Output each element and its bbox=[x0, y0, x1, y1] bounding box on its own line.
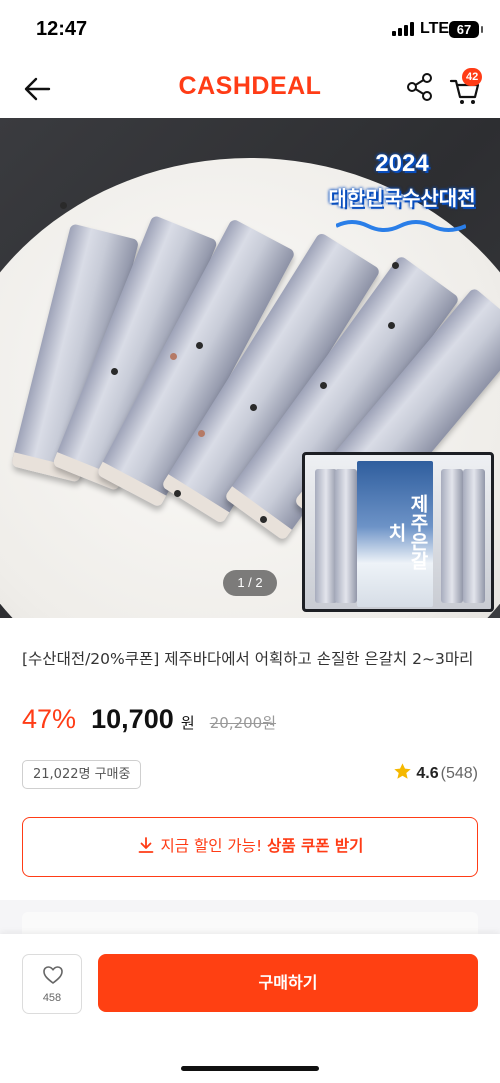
wishlist-button[interactable]: 458 bbox=[22, 954, 82, 1014]
coupon-text: 지금 할인 가능! bbox=[160, 837, 268, 855]
battery-icon: 67 bbox=[449, 21, 479, 38]
pepper-image bbox=[260, 516, 267, 523]
buyers-count-badge: 21,022명 구매중 bbox=[22, 760, 142, 789]
pepper-image bbox=[60, 202, 67, 209]
network-type: LTE bbox=[420, 20, 450, 37]
signal-icon bbox=[392, 22, 414, 36]
event-name: 대한민국수산대전 bbox=[328, 186, 476, 210]
pepper-image bbox=[111, 368, 118, 375]
pepper-image bbox=[320, 382, 327, 389]
app-header: CASHDEAL 42 bbox=[0, 60, 500, 118]
product-image-carousel[interactable]: 2024 대한민국수산대전 제주은갈치 1 / 2 bbox=[0, 118, 500, 618]
coupon-strong-text: 상품 쿠폰 받기 bbox=[267, 837, 364, 855]
rating-score: 4.6 bbox=[416, 765, 439, 782]
package-title: 제주은갈치 bbox=[385, 494, 429, 570]
product-title: [수산대전/20%쿠폰] 제주바다에서 어획하고 손질한 은갈치 2~3마리 bbox=[22, 650, 474, 668]
package-image: 제주은갈치 bbox=[302, 452, 494, 612]
page-indicator: 1 / 2 bbox=[223, 570, 277, 596]
pepper-image bbox=[174, 490, 181, 497]
event-year: 2024 bbox=[375, 150, 429, 177]
pepper-image bbox=[170, 353, 177, 360]
wave-icon bbox=[336, 220, 466, 232]
status-time: 12:47 bbox=[36, 18, 88, 40]
event-badge: 2024 대한민국수산대전 bbox=[316, 146, 488, 242]
discount-rate: 47% bbox=[22, 704, 77, 734]
review-count: (548) bbox=[440, 765, 478, 782]
get-coupon-button[interactable]: 지금 할인 가능! 상품 쿠폰 받기 bbox=[22, 817, 478, 877]
wishlist-count: 458 bbox=[42, 992, 62, 1004]
heart-icon bbox=[43, 966, 63, 984]
pepper-image bbox=[198, 430, 205, 437]
currency-unit: 원 bbox=[180, 714, 195, 732]
download-icon bbox=[138, 837, 153, 853]
bottom-action-bar: 458 구매하기 bbox=[0, 934, 500, 1083]
star-icon bbox=[394, 763, 412, 779]
cart-count-badge: 42 bbox=[462, 68, 483, 86]
share-icon[interactable] bbox=[405, 72, 435, 102]
buy-button[interactable]: 구매하기 bbox=[98, 954, 478, 1012]
sale-price: 10,700 bbox=[91, 704, 174, 734]
price-row: 47% 10,700 원 20,200원 bbox=[22, 704, 276, 744]
home-indicator bbox=[181, 1066, 319, 1071]
rating[interactable]: 4.6 (548) bbox=[393, 762, 478, 786]
pepper-image bbox=[392, 262, 399, 269]
pepper-image bbox=[250, 404, 257, 411]
pepper-image bbox=[196, 342, 203, 349]
battery-nub bbox=[481, 26, 483, 33]
pepper-image bbox=[388, 322, 395, 329]
original-price: 20,200원 bbox=[209, 714, 277, 732]
status-bar: 12:47 LTE 67 bbox=[0, 0, 500, 60]
